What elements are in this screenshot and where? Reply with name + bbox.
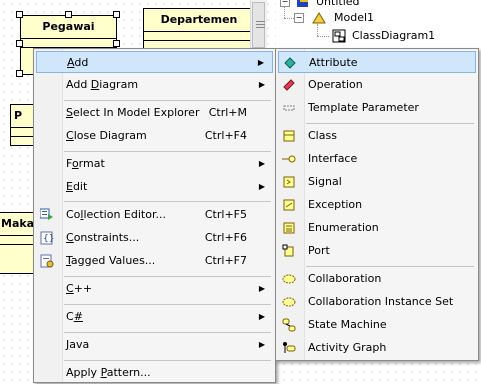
submenu-arrow-icon: ▶ — [258, 340, 265, 349]
grip-icon — [256, 24, 265, 25]
menu-separator — [64, 100, 271, 101]
exception-icon — [283, 199, 295, 211]
collapse-icon[interactable]: − — [294, 13, 304, 23]
class-diagram-icon — [332, 29, 346, 43]
shortcut-label: Ctrl+F5 — [204, 208, 247, 221]
tree-line — [284, 18, 294, 19]
model-explorer[interactable]: − Untitled − Model1 ClassDiagram1 — [276, 0, 481, 50]
selection-handle[interactable] — [16, 11, 23, 18]
menu-item-java[interactable]: Java ▶ — [36, 334, 273, 356]
operation-icon — [283, 79, 295, 91]
context-menu: Add ▶ Add Diagram ▶ Select In Model Expl… — [33, 48, 276, 383]
menu-separator — [306, 123, 474, 124]
menu-item-cpp[interactable]: C++ ▶ — [36, 278, 273, 300]
state-machine-icon — [282, 318, 296, 332]
tree-line — [317, 36, 329, 37]
tree-item-label: ClassDiagram1 — [352, 29, 436, 42]
menu-item-select-in-model-explorer[interactable]: Select In Model Explorer Ctrl+M — [36, 102, 273, 124]
collaboration-icon — [282, 274, 296, 284]
grip-icon — [256, 21, 265, 22]
submenu-item-class[interactable]: Class — [278, 125, 476, 147]
port-icon — [282, 244, 294, 257]
class-name: Maka — [0, 213, 37, 236]
menu-item-csharp[interactable]: C# ▶ — [36, 306, 273, 328]
menu-item-format[interactable]: Format ▶ — [36, 153, 273, 175]
submenu-item-collaboration[interactable]: Collaboration — [278, 268, 476, 290]
menu-separator — [64, 332, 271, 333]
project-icon — [297, 0, 308, 7]
submenu-item-template-parameter[interactable]: Template Parameter — [278, 97, 476, 119]
selection-handle[interactable] — [113, 40, 120, 47]
tree-item-label: Model1 — [334, 11, 375, 24]
enumeration-icon — [283, 222, 295, 234]
submenu-item-interface[interactable]: Interface — [278, 148, 476, 170]
interface-icon — [282, 155, 296, 163]
menu-item-add-diagram[interactable]: Add Diagram ▶ — [36, 74, 273, 96]
svg-text:{}: {} — [43, 234, 54, 244]
scrollbar-thumb[interactable] — [252, 2, 265, 48]
tree-item-label: Untitled — [316, 0, 360, 8]
menu-item-close-diagram[interactable]: Close Diagram Ctrl+F4 — [36, 125, 273, 147]
submenu-arrow-icon: ▶ — [258, 159, 265, 168]
submenu-item-signal[interactable]: Signal — [278, 171, 476, 193]
menu-item-tagged-values[interactable]: Tagged Values... Ctrl+F7 — [36, 250, 273, 272]
submenu-arrow-icon: ▶ — [258, 284, 265, 293]
menu-item-add[interactable]: Add ▶ — [36, 51, 273, 73]
activity-graph-icon — [283, 342, 296, 353]
tree-line — [317, 24, 318, 36]
selection-handle[interactable] — [16, 40, 23, 47]
shortcut-label: Ctrl+F6 — [204, 231, 247, 244]
class-attribute-compartment — [144, 32, 254, 41]
class-name: Pegawai — [21, 16, 116, 39]
selection-handle[interactable] — [16, 70, 23, 77]
class-icon — [283, 130, 295, 142]
tree-line — [284, 6, 285, 18]
menu-separator — [64, 151, 271, 152]
submenu-item-enumeration[interactable]: Enumeration — [278, 217, 476, 239]
submenu-arrow-icon: ▶ — [258, 312, 265, 321]
menu-separator — [306, 266, 474, 267]
class-attribute-compartment — [21, 39, 116, 48]
add-submenu: Attribute Operation Template Parameter C… — [275, 48, 479, 361]
vertical-scrollbar[interactable] — [250, 0, 267, 50]
constraints-icon: {} — [40, 231, 54, 245]
shortcut-label: Ctrl+M — [208, 106, 247, 119]
submenu-item-operation[interactable]: Operation — [278, 74, 476, 96]
submenu-arrow-icon: ▶ — [257, 58, 264, 67]
submenu-item-port[interactable]: Port — [278, 240, 476, 262]
submenu-item-exception[interactable]: Exception — [278, 194, 476, 216]
class-name: Departemen — [144, 9, 254, 32]
model-icon — [312, 12, 326, 24]
menu-separator — [64, 360, 271, 361]
menu-item-apply-pattern[interactable]: Apply Pattern... — [36, 362, 273, 384]
submenu-arrow-icon: ▶ — [258, 80, 265, 89]
tagged-values-icon — [40, 254, 54, 268]
grip-icon — [256, 27, 265, 28]
submenu-item-collaboration-instance-set[interactable]: Collaboration Instance Set — [278, 291, 476, 313]
template-parameter-icon — [283, 105, 295, 111]
menu-separator — [64, 201, 271, 202]
selection-handle[interactable] — [65, 11, 72, 18]
menu-item-constraints[interactable]: {} Constraints... Ctrl+F6 — [36, 227, 273, 249]
menu-separator — [64, 276, 271, 277]
menu-item-edit[interactable]: Edit ▶ — [36, 176, 273, 198]
shortcut-label: Ctrl+F7 — [204, 254, 247, 267]
signal-icon — [283, 176, 295, 188]
collection-editor-icon — [40, 208, 53, 220]
attribute-icon — [284, 57, 296, 69]
submenu-arrow-icon: ▶ — [258, 182, 265, 191]
menu-item-collection-editor[interactable]: Collection Editor... Ctrl+F5 — [36, 204, 273, 226]
class-attribute-compartment — [0, 236, 37, 245]
shortcut-label: Ctrl+F4 — [204, 129, 247, 142]
collaboration-instance-set-icon — [282, 297, 296, 307]
submenu-item-state-machine[interactable]: State Machine — [278, 314, 476, 336]
selection-handle[interactable] — [113, 11, 120, 18]
submenu-item-activity-graph[interactable]: Activity Graph — [278, 337, 476, 359]
menu-separator — [64, 304, 271, 305]
submenu-item-attribute[interactable]: Attribute — [278, 51, 476, 73]
collapse-icon[interactable]: − — [280, 0, 290, 7]
